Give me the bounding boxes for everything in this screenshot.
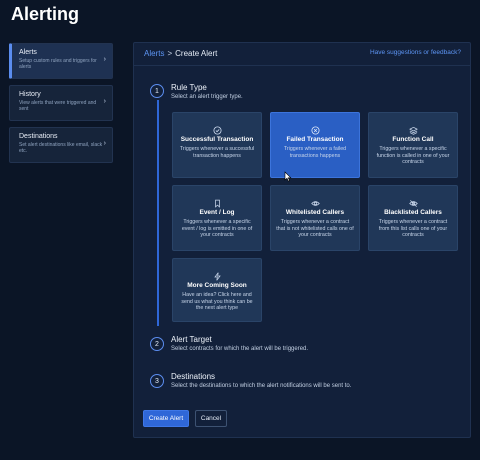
- step-1-title: Rule Type: [171, 83, 207, 92]
- chevron-right-icon: ›: [103, 140, 106, 147]
- sidebar-item-desc: Setup custom rules and triggers for aler…: [19, 58, 97, 71]
- cancel-button[interactable]: Cancel: [195, 410, 227, 427]
- step-3-number: 3: [150, 374, 164, 388]
- card-title: Event / Log: [199, 209, 235, 216]
- card-title: Failed Transaction: [286, 136, 344, 143]
- rule-card-whitelisted-callers[interactable]: Whitelisted Callers Triggers whenever a …: [270, 185, 360, 251]
- card-title: Blacklisted Callers: [384, 209, 442, 216]
- bookmark-icon: [173, 195, 261, 208]
- chevron-right-icon: ›: [103, 98, 106, 105]
- eye-icon: [271, 195, 359, 206]
- step-2-subtitle: Select contracts for which the alert wil…: [171, 346, 309, 352]
- sidebar-item-history[interactable]: History View alerts that were triggered …: [9, 85, 113, 121]
- sidebar-item-label: Alerts: [19, 49, 37, 56]
- sidebar-item-alerts[interactable]: Alerts Setup custom rules and triggers f…: [9, 43, 113, 79]
- chevron-right-icon: ›: [103, 56, 106, 63]
- step-1-subtitle: Select an alert trigger type.: [171, 94, 243, 100]
- step-progress-rail: [157, 100, 159, 326]
- rule-card-blacklisted-callers[interactable]: Blacklisted Callers Triggers whenever a …: [368, 185, 458, 251]
- step-1-number: 1: [150, 84, 164, 98]
- check-circle-icon: [173, 122, 261, 135]
- panel-header: Alerts > Create Alert Have suggestions or …: [134, 43, 470, 66]
- card-description: Triggers whenever a contract that is not…: [276, 219, 354, 239]
- step-3-title: Destinations: [171, 372, 216, 381]
- rule-card-function-call[interactable]: Function Call Triggers whenever a specif…: [368, 112, 458, 178]
- sidebar-item-label: Destinations: [19, 133, 58, 140]
- sidebar-item-desc: View alerts that were triggered and sent: [19, 100, 97, 113]
- sidebar-item-label: History: [19, 91, 41, 98]
- card-title: Whitelisted Callers: [285, 209, 345, 216]
- step-3-subtitle: Select the destinations to which the ale…: [171, 383, 352, 389]
- layers-icon: [369, 122, 457, 135]
- rule-card-more-coming-soon[interactable]: More Coming Soon Have an idea? Click her…: [172, 258, 262, 322]
- mouse-cursor-icon: [284, 169, 292, 187]
- eye-off-icon: [369, 195, 457, 207]
- card-description: Triggers whenever a specific function is…: [376, 146, 450, 166]
- card-description: Triggers whenever a specific event / log…: [181, 219, 253, 239]
- breadcrumb-current: Create Alert: [175, 49, 218, 58]
- rule-card-successful-transaction[interactable]: Successful Transaction Triggers whenever…: [172, 112, 262, 178]
- create-alert-button[interactable]: Create Alert: [143, 410, 189, 427]
- card-description: Triggers whenever a contract from this l…: [378, 219, 448, 239]
- breadcrumb: Alerts > Create Alert: [144, 49, 217, 58]
- card-title: Function Call: [392, 136, 434, 143]
- card-description: Triggers whenever a successful transacti…: [179, 146, 255, 159]
- breadcrumb-alerts-link[interactable]: Alerts: [144, 49, 164, 58]
- x-circle-icon: [271, 122, 359, 135]
- step-2-number: 2: [150, 337, 164, 351]
- page-title: Alerting: [11, 4, 80, 24]
- rule-card-event-log[interactable]: Event / Log Triggers whenever a specific…: [172, 185, 262, 251]
- zap-icon: [173, 268, 261, 281]
- sidebar-item-destinations[interactable]: Destinations Set alert destinations like…: [9, 127, 113, 163]
- step-2-title: Alert Target: [171, 335, 212, 344]
- sidebar: Alerts Setup custom rules and triggers f…: [9, 43, 113, 169]
- card-description: Triggers whenever a failed transactions …: [283, 146, 347, 159]
- card-title: Successful Transaction: [180, 136, 254, 143]
- sidebar-item-desc: Set alert destinations like email, slack…: [19, 142, 103, 155]
- breadcrumb-separator: >: [167, 49, 173, 58]
- card-description: Have an idea? Click here and send us wha…: [181, 292, 253, 312]
- feedback-link[interactable]: Have suggestions or feedback?: [370, 49, 461, 56]
- card-title: More Coming Soon: [187, 282, 247, 289]
